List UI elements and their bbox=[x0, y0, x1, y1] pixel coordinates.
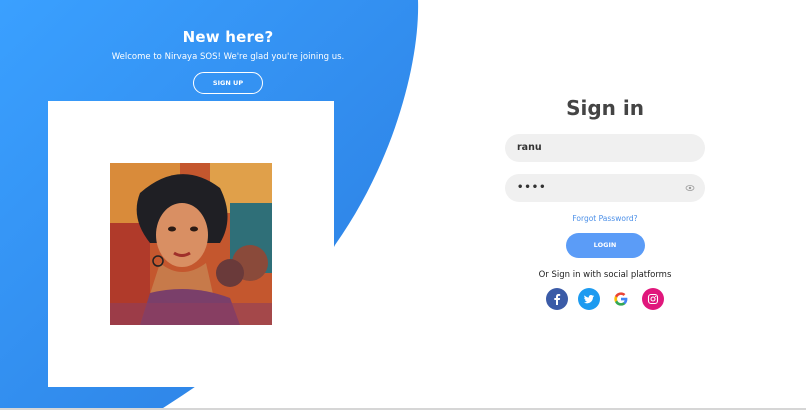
social-signin-text: Or Sign in with social platforms bbox=[538, 270, 672, 280]
password-value: •••• bbox=[517, 182, 547, 193]
signup-title: New here? bbox=[182, 28, 274, 46]
password-field[interactable]: •••• bbox=[505, 174, 705, 202]
sign-in-title: Sign in bbox=[566, 96, 644, 120]
username-field[interactable]: ranu bbox=[505, 134, 705, 162]
sign-in-form: Sign in ranu •••• Forgot Password? LOGIN… bbox=[505, 96, 705, 310]
username-value: ranu bbox=[517, 142, 542, 153]
sign-up-button[interactable]: SIGN UP bbox=[193, 72, 263, 94]
woman-portrait-illustration bbox=[110, 163, 272, 325]
forgot-password-link[interactable]: Forgot Password? bbox=[505, 214, 705, 223]
illustration-card bbox=[48, 101, 334, 387]
google-icon[interactable] bbox=[610, 288, 632, 310]
signup-panel: New here? Welcome to Nirvaya SOS! We're … bbox=[48, 28, 408, 94]
facebook-icon[interactable] bbox=[546, 288, 568, 310]
social-icons-row bbox=[505, 288, 705, 310]
login-button[interactable]: LOGIN bbox=[565, 233, 645, 258]
eye-icon[interactable] bbox=[685, 183, 695, 193]
twitter-icon[interactable] bbox=[578, 288, 600, 310]
instagram-icon[interactable] bbox=[642, 288, 664, 310]
signup-subtitle: Welcome to Nirvaya SOS! We're glad you'r… bbox=[111, 52, 345, 62]
